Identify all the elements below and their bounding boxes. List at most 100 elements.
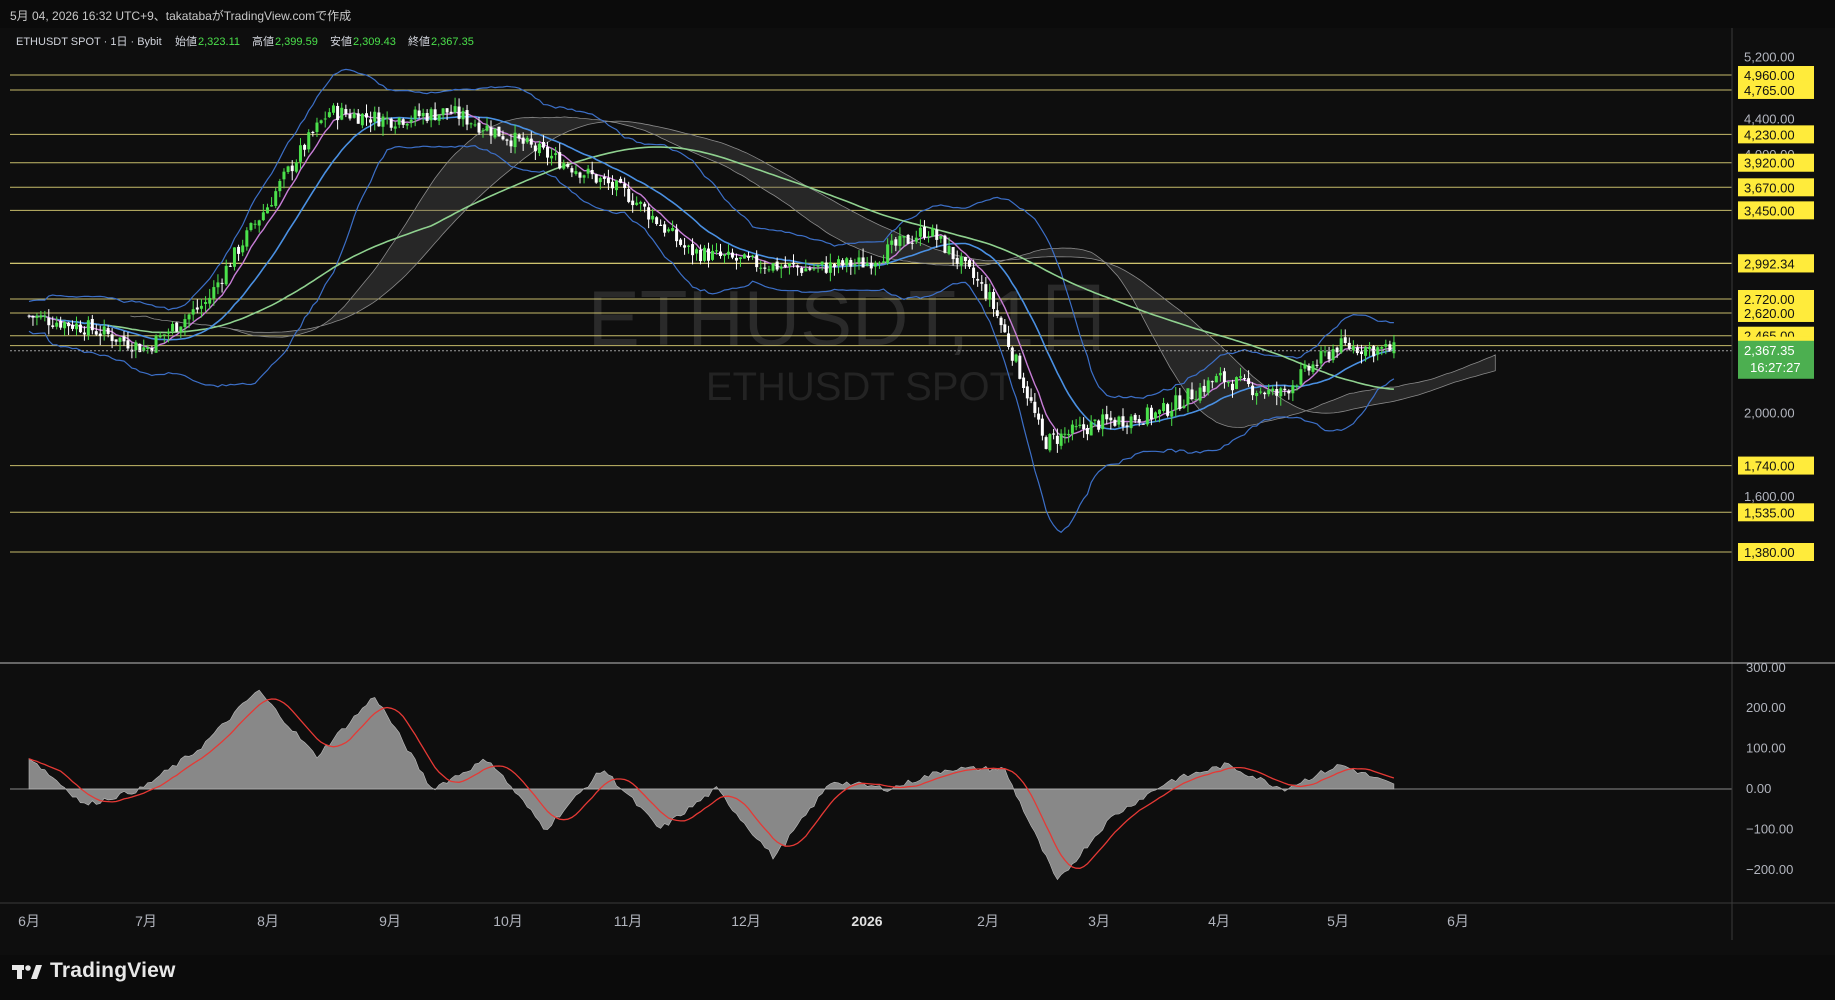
candle-body: [393, 126, 397, 129]
candle-body: [574, 171, 578, 174]
candle-body: [546, 146, 550, 158]
candle-body: [493, 128, 497, 138]
candle-body: [947, 245, 951, 254]
candle-body: [849, 259, 853, 267]
level-tag-label: 4,960.00: [1744, 68, 1795, 83]
candle-body: [82, 332, 86, 335]
candle-body: [265, 207, 269, 214]
candle-body: [1275, 389, 1279, 396]
candle-body: [877, 262, 881, 265]
price-tick-label: 4,400.00: [1744, 112, 1795, 127]
candle-body: [195, 307, 199, 310]
candle-body: [513, 132, 517, 148]
candle-body: [1145, 407, 1149, 425]
candle-body: [63, 322, 67, 329]
candle-body: [865, 263, 869, 266]
candle-body: [74, 323, 78, 330]
candle-body: [763, 267, 767, 269]
chart-canvas[interactable]: ETHUSDT, 1日 ETHUSDT SPOT ETHUSDT SPOT · …: [0, 0, 1835, 1000]
legend-open-label: 始値: [175, 34, 197, 48]
candle-body: [606, 177, 610, 184]
candle-body: [517, 134, 521, 139]
candle-body: [364, 113, 368, 118]
price-tick-label: 1,600.00: [1744, 489, 1795, 504]
candle-body: [1093, 419, 1097, 421]
candle-body: [377, 112, 381, 127]
candle-body: [1014, 354, 1018, 362]
candle-body: [290, 165, 294, 172]
candle-body: [417, 110, 421, 117]
candle-body: [1007, 333, 1011, 347]
candle-body: [35, 315, 39, 318]
candle-body: [1025, 386, 1029, 399]
candle-body: [224, 265, 228, 285]
candle-body: [984, 284, 988, 299]
candle-body: [1190, 389, 1194, 400]
candle-body: [691, 244, 695, 256]
candle-body: [1380, 347, 1384, 349]
candle-body: [935, 229, 939, 240]
candle-body: [1105, 414, 1109, 420]
candle-body: [959, 256, 963, 266]
time-tick-label: 9月: [379, 913, 401, 929]
candle-body: [1089, 421, 1093, 436]
candle-body: [114, 339, 118, 342]
candle-body: [976, 278, 980, 281]
candle-body: [1299, 369, 1303, 385]
candle-body: [1259, 391, 1263, 393]
candle-body: [1082, 424, 1086, 430]
candle-body: [1121, 416, 1125, 427]
candle-body: [31, 315, 35, 318]
candle-body: [967, 260, 971, 267]
last-price-tag-label: 2,367.35: [1744, 343, 1795, 358]
candle-body: [963, 256, 967, 262]
candle-body: [1194, 399, 1198, 401]
candle-body: [421, 113, 425, 117]
candle-body: [445, 108, 449, 113]
candle-body: [663, 224, 667, 233]
candle-body: [1070, 424, 1074, 434]
candle-body: [1153, 412, 1157, 419]
candle-body: [477, 122, 481, 133]
candle-body: [331, 105, 335, 113]
candle-body: [1149, 407, 1153, 420]
candle-body: [47, 317, 51, 326]
candle-body: [237, 246, 241, 254]
level-tag-label: 2,620.00: [1744, 306, 1795, 321]
candle-body: [212, 287, 216, 299]
candle-body: [533, 145, 537, 152]
macd-tick-label: 100.00: [1746, 741, 1786, 756]
candle-body: [1059, 433, 1063, 446]
watermark-title: ETHUSDT, 1日: [588, 274, 1112, 362]
candle-body: [529, 138, 533, 145]
candle-body: [734, 257, 738, 261]
macd-tick-label: 300.00: [1746, 660, 1786, 675]
candle-body: [570, 168, 574, 173]
legend-high-label: 高値: [252, 34, 274, 48]
candle-body: [166, 331, 170, 334]
candle-body: [158, 335, 162, 338]
candle-body: [39, 315, 43, 318]
candle-body: [311, 131, 315, 133]
candle-body: [1174, 395, 1178, 411]
candle-body: [228, 265, 232, 267]
candle-body: [327, 112, 331, 118]
level-tag-label: 4,230.00: [1744, 127, 1795, 142]
candle-body: [465, 110, 469, 125]
candle-body: [1251, 385, 1255, 396]
candle-body: [582, 175, 586, 178]
candle-body: [1335, 347, 1339, 353]
candle-body: [208, 297, 212, 304]
candle-body: [1343, 337, 1347, 344]
candle-body: [647, 207, 651, 220]
candle-body: [586, 168, 590, 174]
candle-body: [453, 106, 457, 113]
candle-body: [931, 227, 935, 237]
candle-body: [71, 324, 75, 329]
candle-body: [800, 268, 804, 273]
candle-body: [1206, 380, 1210, 393]
candle-body: [154, 335, 158, 353]
candle-body: [413, 109, 417, 120]
candle-body: [882, 261, 886, 264]
tradingview-logo[interactable]: TradingView: [12, 959, 176, 983]
